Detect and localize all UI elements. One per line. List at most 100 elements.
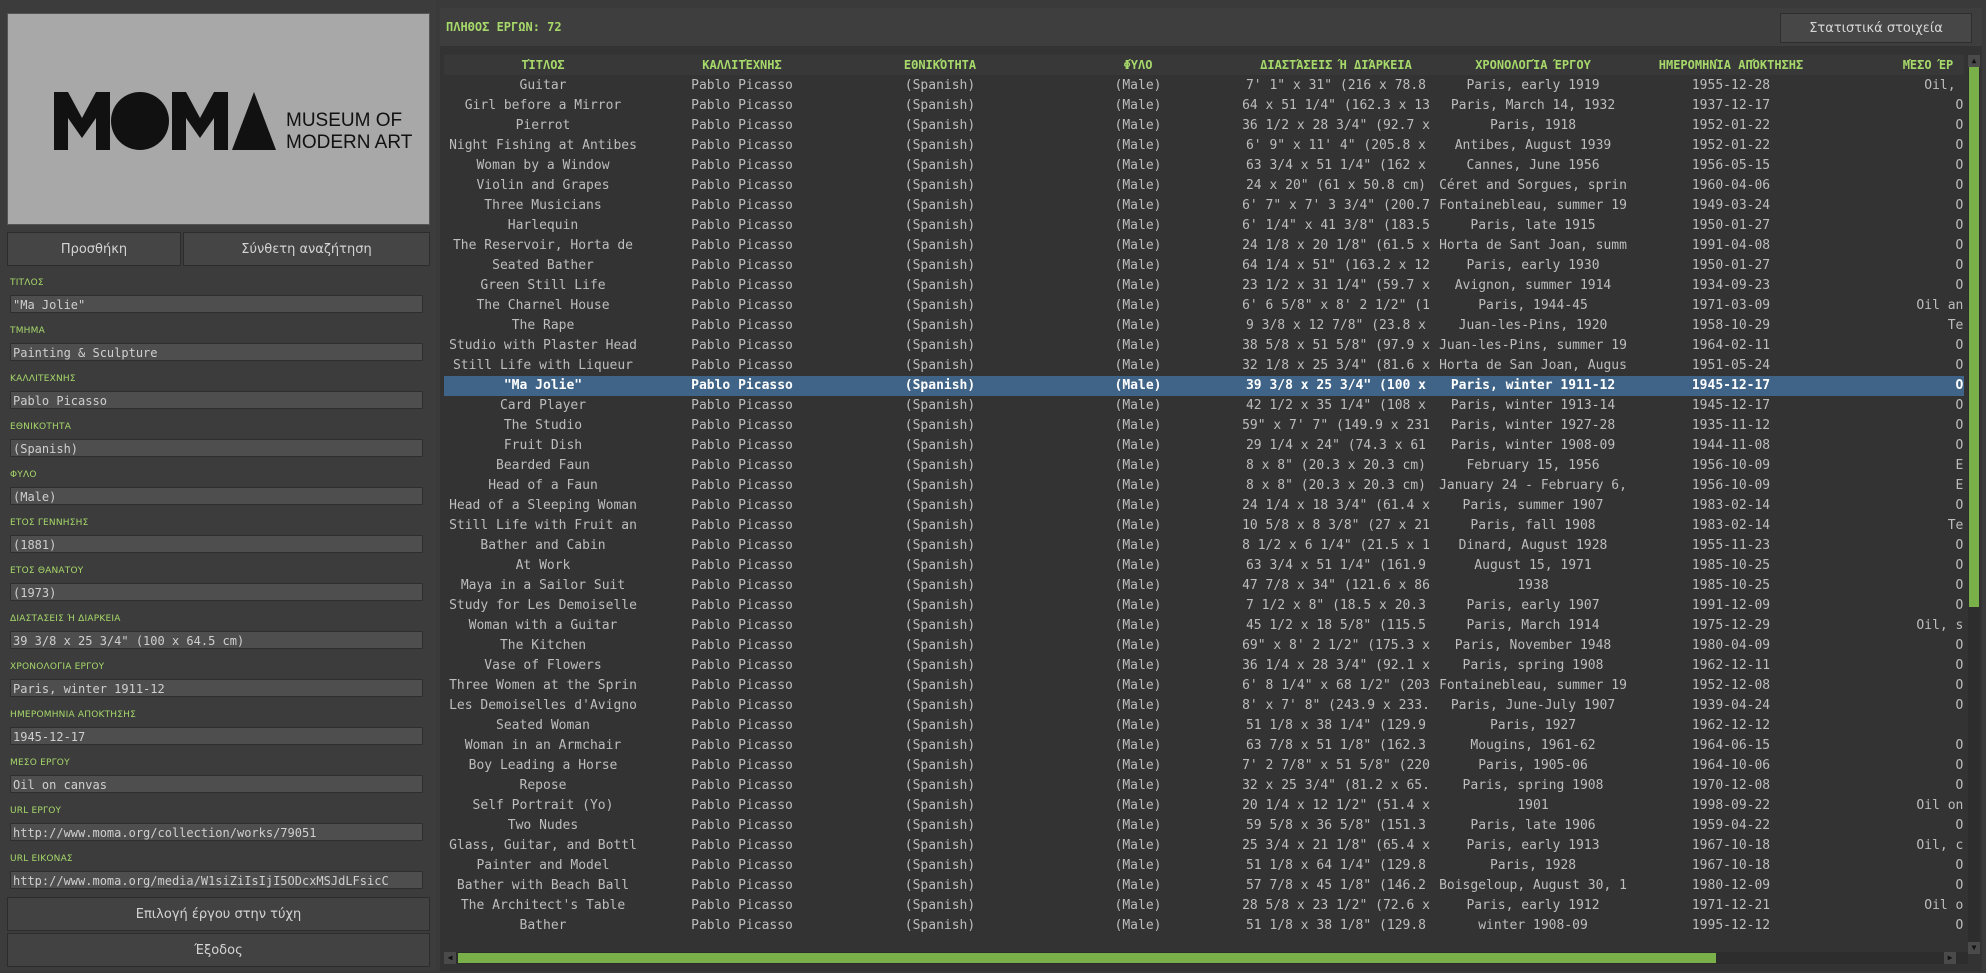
field-input[interactable]: 1945-12-17 <box>10 727 423 745</box>
random-artwork-button[interactable]: Επιλογή έργου στην τύχη <box>7 897 430 931</box>
right-panel: ΠΛΗΘΟΣ ΕΡΓΩΝ: 72 Στατιστικά στοιχεία ΤΊΤ… <box>440 8 1982 971</box>
field-input[interactable]: (Spanish) <box>10 439 423 457</box>
column-header[interactable]: ΤΊΤΛΟΣ <box>444 55 642 75</box>
field-input[interactable]: "Ma Jolie" <box>10 295 423 313</box>
table-row[interactable]: Still Life with Liqueur Pablo Picasso (Spa… <box>444 356 1964 376</box>
field-input[interactable]: Oil on canvas <box>10 775 423 793</box>
table-row[interactable]: Head of a Faun Pablo Picasso (Spanish) (Mal… <box>444 476 1964 496</box>
field-label: ΤΙΤΛΟΣ <box>10 278 44 288</box>
column-header[interactable]: ΦΎΛΟ <box>1040 55 1236 75</box>
table-cell: Paris, early 1919 <box>1466 78 1600 93</box>
field-input[interactable]: (1973) <box>10 583 423 601</box>
table-row[interactable]: "Ma Jolie" Pablo Picasso (Spanish) (Male) 39… <box>444 376 1964 396</box>
table-row[interactable]: Woman with a Guitar Pablo Picasso (Spanish… <box>444 616 1964 636</box>
column-header[interactable]: ΧΡΟΝΟΛΟΓΊΑ ΈΡΓΟΥ <box>1434 55 1632 75</box>
advanced-search-button[interactable]: Σύνθετη αναζήτηση <box>183 232 430 266</box>
table-cell: Oil on ca <box>1955 98 1964 113</box>
column-header[interactable]: ΔΙΑΣΤΆΣΕΙΣ Ή ΔΙΆΡΚΕΙΑ <box>1238 55 1434 75</box>
field-input[interactable]: Paris, winter 1911-12 <box>10 679 423 697</box>
scroll-up-arrow-icon[interactable]: ▲ <box>1968 55 1980 67</box>
scroll-left-arrow-icon[interactable]: ◀ <box>444 952 456 964</box>
table-row[interactable]: Woman by a Window Pablo Picasso (Spanish) (… <box>444 156 1964 176</box>
table-row[interactable]: Glass, Guitar, and Bottl Pablo Picasso (Sp… <box>444 836 1964 856</box>
table-row[interactable]: Head of a Sleeping Woman Pablo Picasso (Sp… <box>444 496 1964 516</box>
table-cell: 1983-02-14 <box>1691 498 1771 513</box>
table-row[interactable]: Pierrot Pablo Picasso (Spanish) (Male) 36 1/… <box>444 116 1964 136</box>
table-cell: Pablo Picasso <box>691 538 793 553</box>
table-cell: 1935-11-12 <box>1691 418 1771 433</box>
exit-button[interactable]: Έξοδος <box>7 933 430 967</box>
table-row[interactable]: Bearded Faun Pablo Picasso (Spanish) (Male)… <box>444 456 1964 476</box>
table-row[interactable]: Maya in a Sailor Suit Pablo Picasso (Spani… <box>444 576 1964 596</box>
table-row[interactable]: Seated Woman Pablo Picasso (Spanish) (Male)… <box>444 716 1964 736</box>
table-row[interactable]: Harlequin Pablo Picasso (Spanish) (Male) 6' … <box>444 216 1964 236</box>
table-row[interactable]: Fruit Dish Pablo Picasso (Spanish) (Male) 29… <box>444 436 1964 456</box>
table-cell: At Work <box>515 558 571 573</box>
table-cell: Oil on ca <box>1955 118 1964 133</box>
column-header[interactable]: ΗΜΕΡΟΜΗΝΊΑ ΑΠΌΚΤΗΣΗΣ <box>1632 55 1830 75</box>
table-row[interactable]: Two Nudes Pablo Picasso (Spanish) (Male) 59 … <box>444 816 1964 836</box>
table-row[interactable]: Boy Leading a Horse Pablo Picasso (Spanish… <box>444 756 1964 776</box>
table-cell: (Spanish) <box>904 178 976 193</box>
statistics-button[interactable]: Στατιστικά στοιχεία <box>1780 13 1972 43</box>
scroll-down-arrow-icon[interactable]: ▼ <box>1968 942 1980 954</box>
table-row[interactable]: Bather with Beach Ball Pablo Picasso (Span… <box>444 876 1964 896</box>
column-header[interactable]: ΚΑΛΛΙΤΈΧΝΗΣ <box>644 55 840 75</box>
table-cell: Paris, spring 1908 <box>1462 658 1604 673</box>
table-row[interactable]: The Kitchen Pablo Picasso (Spanish) (Male) 6… <box>444 636 1964 656</box>
table-row[interactable]: The Studio Pablo Picasso (Spanish) (Male) 59… <box>444 416 1964 436</box>
vertical-scrollbar[interactable]: ▲ ▼ <box>1968 55 1980 954</box>
table-row[interactable]: Green Still Life Pablo Picasso (Spanish) (M… <box>444 276 1964 296</box>
table-row[interactable]: The Charnel House Pablo Picasso (Spanish) (… <box>444 296 1964 316</box>
add-button[interactable]: Προσθήκη <box>7 232 181 266</box>
table-row[interactable]: At Work Pablo Picasso (Spanish) (Male) 63 3/… <box>444 556 1964 576</box>
field-input[interactable]: (1881) <box>10 535 423 553</box>
table-row[interactable]: Painter and Model Pablo Picasso (Spanish) (… <box>444 856 1964 876</box>
table-cell: Pablo Picasso <box>691 698 793 713</box>
table-row[interactable]: Self Portrait (Yo) Pablo Picasso (Spanish)… <box>444 796 1964 816</box>
table-cell: The Studio <box>503 418 583 433</box>
table-row[interactable]: Woman in an Armchair Pablo Picasso (Spanis… <box>444 736 1964 756</box>
table-row[interactable]: The Architect's Table Pablo Picasso (Spani… <box>444 896 1964 916</box>
horizontal-scrollbar[interactable]: ◀ ▶ <box>444 952 1968 964</box>
table-cell: 51 1/8 x 38 1/8" (129.8 <box>1245 918 1426 933</box>
table-row[interactable]: Les Demoiselles d'Avigno Pablo Picasso (Sp… <box>444 696 1964 716</box>
column-header[interactable]: ΕΘΝΙΚΌΤΗΤΑ <box>842 55 1038 75</box>
field-input[interactable]: 39 3/8 x 25 3/4" (100 x 64.5 cm) <box>10 631 423 649</box>
table-row[interactable]: Study for Les Demoiselle Pablo Picasso (Sp… <box>444 596 1964 616</box>
table-row[interactable]: Girl before a Mirror Pablo Picasso (Spanis… <box>444 96 1964 116</box>
table-cell: 1952-12-08 <box>1691 678 1771 693</box>
horizontal-scroll-thumb[interactable] <box>458 953 1716 963</box>
column-header[interactable]: ΜΈΣΟ ΈΡ <box>1830 55 1964 75</box>
table-row[interactable]: Three Women at the Sprin Pablo Picasso (Sp… <box>444 676 1964 696</box>
table-cell: Pablo Picasso <box>691 398 793 413</box>
table-cell: 69" x 8' 2 1/2" (175.3 x <box>1242 638 1430 653</box>
table-cell: Cannes, June 1956 <box>1466 158 1600 173</box>
table-row[interactable]: The Reservoir, Horta de Pablo Picasso (Spa… <box>444 236 1964 256</box>
table-row[interactable]: Violin and Grapes Pablo Picasso (Spanish) (… <box>444 176 1964 196</box>
table-cell: (Male) <box>1114 458 1162 473</box>
vertical-scroll-thumb[interactable] <box>1969 67 1979 607</box>
scroll-right-arrow-icon[interactable]: ▶ <box>1944 952 1956 964</box>
field-input[interactable]: http://www.moma.org/media/W1siZiIsIjI5OD… <box>10 871 423 889</box>
table-row[interactable]: Bather Pablo Picasso (Spanish) (Male) 51 1/8… <box>444 916 1964 936</box>
table-row[interactable]: Guitar Pablo Picasso (Spanish) (Male) 7' 1" … <box>444 76 1964 96</box>
field-input[interactable]: Painting & Sculpture <box>10 343 423 361</box>
field-input[interactable]: (Male) <box>10 487 423 505</box>
table-row[interactable]: Night Fishing at Antibes Pablo Picasso (Sp… <box>444 136 1964 156</box>
table-cell: (Male) <box>1114 558 1162 573</box>
table-row[interactable]: Vase of Flowers Pablo Picasso (Spanish) (Ma… <box>444 656 1964 676</box>
field-input[interactable]: Pablo Picasso <box>10 391 423 409</box>
field-input[interactable]: http://www.moma.org/collection/works/790… <box>10 823 423 841</box>
table-row[interactable]: Card Player Pablo Picasso (Spanish) (Male) 4… <box>444 396 1964 416</box>
table-cell: 1937-12-17 <box>1691 98 1771 113</box>
table-row[interactable]: The Rape Pablo Picasso (Spanish) (Male) 9 3/… <box>444 316 1964 336</box>
table-cell: Oil on w <box>1830 716 1964 736</box>
table-row[interactable]: Repose Pablo Picasso (Spanish) (Male) 32 x 2… <box>444 776 1964 796</box>
table-row[interactable]: Bather and Cabin Pablo Picasso (Spanish) (M… <box>444 536 1964 556</box>
table-cell: (Male) <box>1114 138 1162 153</box>
table-row[interactable]: Seated Bather Pablo Picasso (Spanish) (Male… <box>444 256 1964 276</box>
table-row[interactable]: Still Life with Fruit an Pablo Picasso (Sp… <box>444 516 1964 536</box>
table-row[interactable]: Studio with Plaster Head Pablo Picasso (Sp… <box>444 336 1964 356</box>
table-row[interactable]: Three Musicians Pablo Picasso (Spanish) (Ma… <box>444 196 1964 216</box>
